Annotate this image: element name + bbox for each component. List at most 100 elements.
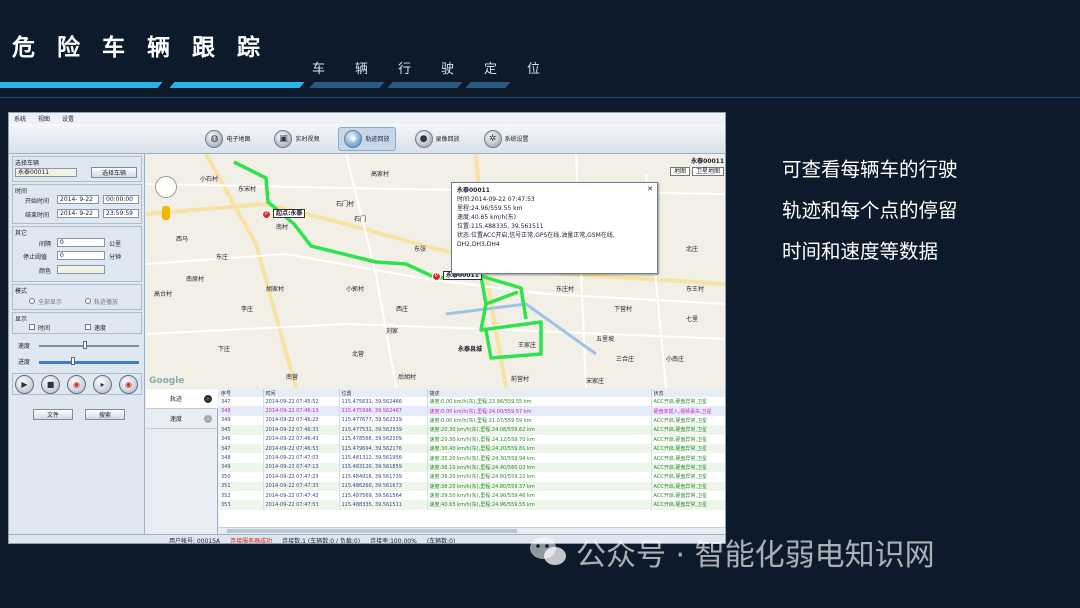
stop-button[interactable]: ■ (41, 375, 60, 394)
fast-back-button[interactable]: ◉ (67, 375, 86, 394)
header-stripe (0, 82, 163, 88)
column-header[interactable]: 状态 (651, 389, 725, 397)
satellite-type-button[interactable]: 卫星地图 (691, 167, 724, 176)
table-row[interactable]: 348 2014-09-22 07:46:13 115.475996, 39.562… (219, 406, 725, 416)
map-view[interactable]: 东宋村 南村 石门村 高家村 小石村 西马 东庄 南原村 高台村 胡家村 小郭村… (146, 154, 725, 388)
start-time-field[interactable]: 00:00:00 (103, 195, 139, 204)
column-header[interactable]: 序号 (219, 389, 264, 397)
toolbar-track-button[interactable]: ◈ 轨迹回放 (338, 126, 396, 151)
play-button[interactable]: ▶ (15, 375, 34, 394)
record-icon: ● (414, 129, 433, 148)
table-cell: 2014-09-22 07:45:52 (263, 397, 340, 407)
speed-slider-handle[interactable] (83, 341, 87, 349)
table-cell: 速度:30.40 km/h(东),里程:24.20/559.81 km (427, 443, 652, 454)
close-icon[interactable]: ✕ (647, 185, 653, 194)
table-cell: 349 (219, 462, 264, 473)
table-cell: 353 (219, 500, 264, 510)
vehicle-info-popup: 永泰00011 时间:2014-09-22 07:47:53 里程:24.96/… (451, 182, 658, 274)
scrollbar-thumb[interactable] (227, 529, 517, 533)
menu-system[interactable]: 系统 (14, 114, 26, 123)
table-row[interactable]: 345 2014-09-22 07:46:33 115.477531, 39.562… (219, 425, 725, 435)
show-time-checkbox[interactable] (29, 324, 35, 330)
table-row[interactable]: 349 2014-09-22 07:47:13 115.483120, 39.561… (219, 462, 725, 473)
end-time-field[interactable]: 23:59:59 (103, 209, 139, 218)
table-cell: ACC开启,硬盘异常,卫星 (651, 425, 725, 435)
column-header[interactable]: 描述 (427, 389, 652, 397)
other-group: 其它 间隔 0 公里 停止阈值 0 分钟 颜色 (12, 226, 142, 282)
show-group: 显示 时间 速度 (12, 312, 142, 334)
menu-view[interactable]: 视图 (38, 114, 50, 123)
search-button[interactable]: 搜索 (85, 409, 125, 420)
stop-threshold-field[interactable]: 0 (57, 251, 105, 260)
progress-slider-handle[interactable] (71, 357, 75, 365)
table-cell: 115.477677, 39.562319 (339, 415, 428, 426)
table-row[interactable]: 347 2014-09-22 07:46:53 115.479694, 39.562… (219, 443, 725, 454)
table-row[interactable]: 351 2014-09-22 07:47:33 115.486260, 39.561… (219, 481, 725, 491)
table-cell: 速度:20.30 km/h(东),里程:24.12/559.70 km (427, 434, 652, 444)
chevron-right-icon: › (204, 414, 212, 423)
map-pan-control[interactable] (155, 176, 177, 198)
end-date-field[interactable]: 2014- 9-22 (57, 209, 99, 218)
toolbar-settings-button[interactable]: ✲ 系统设置 (479, 128, 534, 150)
table-cell: 2014-09-22 07:47:23 (263, 472, 340, 482)
toolbar-video-button[interactable]: ▣ 实时视频 (269, 128, 324, 150)
table-cell: 速度:39.50 km/h(东),里程:24.90/559.46 km (427, 490, 652, 501)
header-stripe (169, 82, 305, 88)
tab-speed[interactable]: 速度 › (146, 409, 218, 429)
select-vehicle-button[interactable]: 选择车辆 (91, 167, 137, 178)
table-cell: ACC开启,硬盘异常,卫星 (651, 462, 725, 473)
record-button[interactable]: ◉ (119, 375, 138, 394)
column-header[interactable]: 时间 (263, 389, 340, 397)
table-cell: 2014-09-22 07:46:53 (263, 443, 340, 454)
column-header[interactable]: 位置 (339, 389, 428, 397)
table-cell: ACC开启,硬盘异常,卫星 (651, 415, 725, 426)
table-cell: 115.478566, 39.562309 (339, 434, 428, 444)
table-row[interactable]: 352 2014-09-22 07:47:43 115.487569, 39.561… (219, 490, 725, 501)
mode-all-radio[interactable] (29, 298, 35, 304)
lower-tab-panel: 轨迹 › 速度 › (146, 389, 218, 534)
table-cell: 350 (219, 472, 264, 482)
table-cell: ACC开启,硬盘异常,卫星 (651, 443, 725, 454)
table-cell: 2014-09-22 07:47:03 (263, 453, 340, 463)
file-button[interactable]: 文件 (33, 409, 73, 420)
table-row[interactable]: 350 2014-09-22 07:47:23 115.484916, 39.561… (219, 472, 725, 482)
progress-slider[interactable] (39, 361, 139, 364)
table-row[interactable]: 349 2014-09-22 07:46:23 115.477677, 39.562… (219, 415, 725, 426)
table-cell: 115.479694, 39.562176 (339, 443, 428, 454)
table-cell: 速度:36.10 km/h(东),里程:24.40/560.02 km (427, 462, 652, 473)
step-button[interactable]: ▸ (93, 375, 112, 394)
table-cell: 速度:35.20 km/h(东),里程:24.30/559.94 km (427, 453, 652, 463)
mode-play-radio[interactable] (85, 298, 91, 304)
table-row[interactable]: 347 2014-09-22 07:45:52 115.475631, 39.562… (219, 397, 725, 407)
tab-track[interactable]: 轨迹 › (146, 389, 218, 409)
show-speed-checkbox[interactable] (85, 324, 91, 330)
map-type-button[interactable]: 地图 (669, 167, 690, 176)
map-provider-logo: Google (149, 376, 185, 386)
toolbar-record-button[interactable]: ● 录像回放 (410, 128, 465, 150)
table-cell: 345 (219, 425, 264, 435)
current-pin-icon[interactable]: P (432, 272, 441, 281)
table-row[interactable]: 353 2014-09-22 07:47:53 115.488335, 39.561… (219, 500, 725, 510)
vehicle-group: 选择车辆 永泰00011 选择车辆 (12, 156, 142, 182)
start-date-field[interactable]: 2014- 9-22 (57, 195, 99, 204)
color-field[interactable] (57, 265, 105, 274)
vehicle-field[interactable]: 永泰00011 (15, 168, 77, 177)
video-icon: ▣ (274, 129, 293, 148)
table-cell: 速度:36.20 km/h(东),里程:24.60/559.22 km (427, 472, 652, 482)
table-cell: 2014-09-22 07:47:13 (263, 462, 340, 473)
table-row[interactable]: 348 2014-09-22 07:47:03 115.481312, 39.561… (219, 453, 725, 463)
menu-settings[interactable]: 设置 (62, 114, 74, 123)
table-cell: 2014-09-22 07:46:13 (263, 406, 340, 416)
street-view-icon[interactable] (162, 206, 170, 220)
toolbar-map-button[interactable]: ◍ 电子地图 (200, 128, 255, 150)
slide-subtitle: 车辆行驶定位 (312, 62, 571, 77)
speed-slider[interactable] (39, 345, 139, 347)
table-row[interactable]: 346 2014-09-22 07:46:43 115.478566, 39.562… (219, 434, 725, 444)
table-cell: 速度:0.00 km/h(东),里程:24.00/559.57 km (427, 406, 652, 416)
header-stripe (387, 82, 463, 88)
start-pin-icon[interactable]: P (262, 210, 271, 219)
interval-select[interactable]: 0 (57, 238, 105, 247)
table-cell: 347 (219, 443, 264, 454)
table-cell: 346 (219, 434, 264, 444)
query-panel: 选择车辆 永泰00011 选择车辆 时间 开始时间 2014- 9-22 00:… (9, 154, 145, 543)
